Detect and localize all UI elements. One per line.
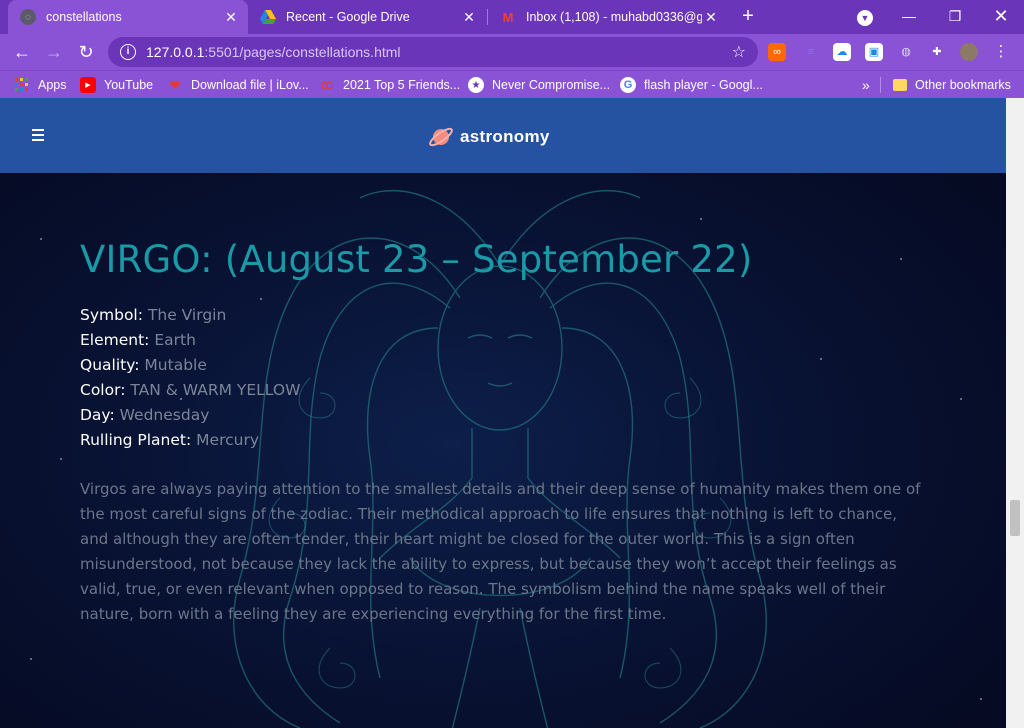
sign-heading: VIRGO: (August 23 – September 22)	[80, 238, 753, 281]
profile-avatar[interactable]	[960, 43, 978, 61]
bookmark-never-compromise[interactable]: ★ Never Compromise...	[468, 71, 610, 99]
url-text: 127.0.0.1:5501/pages/constellations.html	[146, 44, 401, 60]
bookmark-star-icon[interactable]: ☆	[732, 42, 746, 62]
bookmark-label: Never Compromise...	[492, 78, 611, 92]
fact-key: Rulling Planet:	[80, 431, 192, 449]
fact-key: Symbol:	[80, 306, 143, 324]
fact-value: Mutable	[144, 356, 207, 374]
tab-title: Inbox (1,108) - muhabd0336@gm	[526, 10, 702, 24]
page-scrollbar[interactable]	[1006, 98, 1024, 728]
close-window-button[interactable]: ✕	[978, 2, 1024, 30]
chevron-down-icon: ▼	[857, 10, 873, 26]
restore-button[interactable]: ❐	[932, 2, 978, 30]
bookmark-label: YouTube	[104, 78, 154, 92]
youtube-icon: ▶	[80, 77, 96, 93]
sign-content: VIRGO: (August 23 – September 22) Symbol…	[80, 238, 940, 627]
minimize-button[interactable]: —	[886, 2, 932, 30]
extension-screen-icon[interactable]: ▣	[865, 43, 883, 61]
page-viewport: astronomy VIRGO: (August 23 – September …	[0, 98, 1006, 728]
shield-star-icon: ★	[468, 77, 484, 93]
tab-strip: ◌ constellations ✕ Recent - Google Drive…	[0, 0, 1024, 34]
menu-kebab-icon[interactable]: ⋮	[992, 43, 1010, 61]
fact-key: Color:	[80, 381, 126, 399]
sign-description: Virgos are always paying attention to th…	[80, 480, 921, 623]
tab-title: Recent - Google Drive	[286, 10, 410, 24]
tab-search-button[interactable]: ▼	[842, 2, 888, 30]
new-tab-button[interactable]: +	[738, 6, 758, 28]
back-button[interactable]: ←	[10, 40, 34, 64]
bookmark-other[interactable]: Other bookmarks	[893, 71, 1011, 99]
close-tab-icon[interactable]: ✕	[702, 9, 720, 26]
extension-cloud-icon[interactable]: ☁	[833, 43, 851, 61]
tab-gmail[interactable]: M Inbox (1,108) - muhabd0336@gm ✕	[488, 0, 728, 34]
extensions-puzzle-icon[interactable]: ✚	[928, 43, 946, 61]
globe-icon: ◌	[20, 9, 36, 25]
bookmark-apps[interactable]: Apps	[14, 71, 67, 99]
google-icon: G	[620, 77, 636, 93]
heart-icon: ❤	[169, 76, 181, 93]
extension-infinity-icon[interactable]: ∞	[768, 43, 786, 61]
gmail-icon: M	[502, 9, 514, 25]
fact-element: Element: Earth	[80, 328, 940, 353]
fact-color: Color: TAN & WARM YELLOW	[80, 378, 940, 403]
fact-value: TAN & WARM YELLOW	[130, 381, 301, 399]
folder-icon	[893, 79, 907, 91]
bookmark-label: Download file | iLov...	[191, 78, 309, 92]
fact-value: The Virgin	[147, 306, 227, 324]
close-tab-icon[interactable]: ✕	[460, 9, 478, 26]
reload-button[interactable]: ↻	[74, 40, 98, 64]
bookmark-top-friends[interactable]: ꝏ 2021 Top 5 Friends...	[319, 71, 460, 99]
address-bar[interactable]: i 127.0.0.1:5501/pages/constellations.ht…	[108, 37, 758, 67]
site-logo[interactable]: astronomy	[428, 124, 550, 150]
browser-toolbar: ← → ↻ i 127.0.0.1:5501/pages/constellati…	[0, 34, 1024, 70]
fact-symbol: Symbol: The Virgin	[80, 303, 940, 328]
bookmarks-overflow-icon[interactable]: »	[862, 71, 870, 99]
cherry-icon: ꝏ	[320, 78, 334, 92]
apps-grid-icon	[14, 77, 30, 93]
fact-key: Quality:	[80, 356, 140, 374]
bookmark-label: Other bookmarks	[915, 78, 1011, 92]
tab-google-drive[interactable]: Recent - Google Drive ✕	[248, 0, 486, 34]
fact-key: Day:	[80, 406, 115, 424]
logo-text: astronomy	[460, 127, 550, 146]
close-tab-icon[interactable]: ✕	[222, 9, 240, 26]
bookmarks-separator	[880, 77, 881, 93]
fact-value: Mercury	[196, 431, 259, 449]
sign-facts: Symbol: The Virgin Element: Earth Qualit…	[80, 303, 940, 453]
scrollbar-thumb[interactable]	[1010, 500, 1020, 536]
fact-key: Element:	[80, 331, 150, 349]
fact-quality: Quality: Mutable	[80, 353, 940, 378]
tab-constellations[interactable]: ◌ constellations ✕	[8, 0, 248, 34]
forward-button[interactable]: →	[42, 40, 66, 64]
extension-globe-icon[interactable]: ◍	[897, 43, 915, 61]
extension-stripes-icon[interactable]: ≡	[802, 43, 820, 61]
hamburger-menu-icon[interactable]	[32, 129, 44, 141]
site-header: astronomy	[0, 98, 1006, 173]
bookmark-label: Apps	[38, 78, 67, 92]
planet-logo-icon	[429, 127, 453, 147]
bookmark-flash-player[interactable]: G flash player - Googl...	[620, 71, 763, 99]
fact-ruling-planet: Rulling Planet: Mercury	[80, 428, 940, 453]
bookmarks-bar: Apps ▶ YouTube ❤ Download file | iLov...…	[0, 70, 1024, 98]
fact-value: Wednesday	[119, 406, 210, 424]
tab-title: constellations	[46, 10, 122, 24]
info-icon[interactable]: i	[120, 44, 136, 60]
fact-day: Day: Wednesday	[80, 403, 940, 428]
bookmark-ilovepdf[interactable]: ❤ Download file | iLov...	[167, 71, 309, 99]
bookmark-label: 2021 Top 5 Friends...	[343, 78, 461, 92]
bookmark-youtube[interactable]: ▶ YouTube	[80, 71, 153, 99]
google-drive-icon	[260, 9, 276, 25]
bookmark-label: flash player - Googl...	[644, 78, 763, 92]
fact-value: Earth	[154, 331, 196, 349]
